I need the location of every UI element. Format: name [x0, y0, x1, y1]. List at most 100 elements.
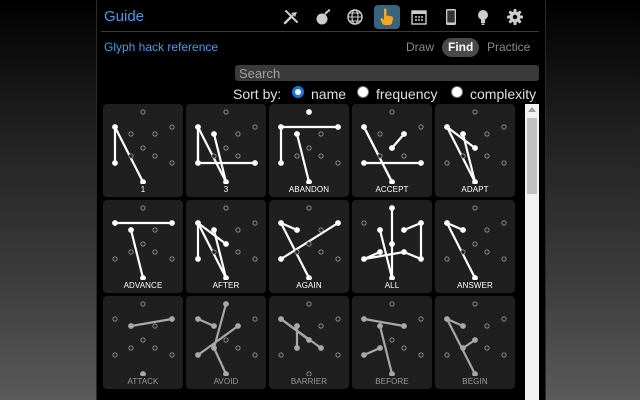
- glyph-node: [169, 160, 175, 166]
- scroll-thumb[interactable]: [527, 118, 537, 194]
- glyph-stroke: [129, 228, 145, 280]
- glyph-node: [377, 323, 383, 329]
- glyph-label: ALL: [384, 281, 400, 290]
- gear-tab[interactable]: [502, 5, 528, 29]
- globe-tab[interactable]: [342, 5, 368, 29]
- glyph-node: [278, 124, 284, 130]
- glyph-node: [112, 316, 118, 322]
- glyph-node: [444, 316, 450, 322]
- glyph-label: AGAIN: [296, 281, 322, 290]
- glyph-node: [377, 131, 383, 137]
- glyph-guide-panel: Guide Glyph hack reference Draw Find Pra…: [96, 0, 546, 400]
- glyph-node: [152, 131, 158, 137]
- tab-practice[interactable]: Practice: [481, 38, 536, 57]
- glyph-node: [306, 205, 312, 211]
- glyph-card[interactable]: 1: [103, 104, 183, 197]
- glyph-card[interactable]: AVOID: [186, 296, 266, 389]
- sort-option-frequency[interactable]: frequency: [376, 86, 437, 102]
- glyph-grid: 1 3 ABANDON ACCEPT ADAPT ADVANCE AFTER AGAIN ALL…: [103, 104, 515, 389]
- glyph-label: ABANDON: [288, 185, 330, 194]
- glyph-node: [460, 131, 466, 137]
- glyph-node: [278, 160, 284, 166]
- glyph-label: BARRIER: [290, 377, 328, 386]
- glyph-card[interactable]: AGAIN: [269, 200, 349, 293]
- glyph-card[interactable]: 3: [186, 104, 266, 197]
- glyph-node: [169, 256, 175, 262]
- glyph-node: [389, 109, 395, 115]
- glyph-node: [252, 160, 258, 166]
- tablet-tab[interactable]: [438, 5, 464, 29]
- glyph-node: [195, 160, 201, 166]
- glyph-card[interactable]: ADAPT: [435, 104, 515, 197]
- tab-draw[interactable]: Draw: [400, 38, 440, 57]
- glyph-node: [401, 227, 407, 233]
- glyph-node: [140, 109, 146, 115]
- glyph-node: [318, 227, 324, 233]
- glyph-card[interactable]: BEFORE: [352, 296, 432, 389]
- glyph-node: [278, 256, 284, 262]
- bomb-tab[interactable]: [310, 5, 336, 29]
- glyph-card[interactable]: ABANDON: [269, 104, 349, 197]
- glyph-node: [361, 256, 367, 262]
- glyph-node: [294, 323, 300, 329]
- glyph-card[interactable]: ADVANCE: [103, 200, 183, 293]
- glyph-diagram: [195, 205, 258, 280]
- glyph-card[interactable]: ACCEPT: [352, 104, 432, 197]
- glyph-node: [223, 337, 229, 343]
- tab-find[interactable]: Find: [442, 38, 480, 57]
- glyph-node: [211, 323, 217, 329]
- scroll-up-arrow[interactable]: [528, 107, 536, 112]
- glyph-node: [195, 124, 201, 130]
- scrollbar[interactable]: [525, 104, 539, 400]
- sort-label: Sort by:: [233, 86, 282, 102]
- bomb-icon: [316, 9, 331, 25]
- glyph-node: [444, 220, 450, 226]
- glyph-node: [389, 275, 395, 280]
- glyph-node: [169, 352, 175, 358]
- glyph-node: [444, 256, 450, 262]
- glyph-node: [472, 109, 478, 115]
- sort-radio-frequency[interactable]: [357, 86, 369, 98]
- glyph-node: [128, 345, 134, 351]
- glyph-stroke: [362, 317, 406, 328]
- tools-tab[interactable]: [278, 5, 304, 29]
- hand-pointer-icon: [380, 8, 394, 25]
- glyph-node: [460, 345, 466, 351]
- glyph-node: [140, 179, 146, 184]
- glyph-diagram: [112, 109, 175, 184]
- glyph-node: [401, 153, 407, 159]
- glyph-card[interactable]: ANSWER: [435, 200, 515, 293]
- glyph-node: [294, 249, 300, 255]
- glyph-node: [294, 227, 300, 233]
- glyph-card[interactable]: ALL: [352, 200, 432, 293]
- calendar-tab[interactable]: [406, 5, 432, 29]
- glyph-node: [501, 352, 507, 358]
- glyph-node: [252, 124, 258, 130]
- sort-radio-name[interactable]: [292, 86, 304, 98]
- sort-option-name[interactable]: name: [311, 86, 346, 102]
- glyph-node: [377, 153, 383, 159]
- glyph-stroke: [212, 132, 228, 184]
- glyph-card[interactable]: ATTACK: [103, 296, 183, 389]
- glyph-node: [235, 249, 241, 255]
- glyph-node: [361, 124, 367, 130]
- hand-pointer-tab[interactable]: [374, 5, 400, 29]
- glyph-node: [223, 371, 229, 376]
- lightbulb-tab[interactable]: [470, 5, 496, 29]
- glyph-diagram: [278, 301, 341, 376]
- glyph-label: BEGIN: [462, 377, 488, 386]
- glyph-node: [140, 241, 146, 247]
- search-input[interactable]: [235, 65, 539, 81]
- sort-option-complexity[interactable]: complexity: [470, 86, 536, 102]
- sort-radio-complexity[interactable]: [451, 86, 463, 98]
- glyph-node: [128, 227, 134, 233]
- glyph-node: [501, 256, 507, 262]
- glyph-card[interactable]: AFTER: [186, 200, 266, 293]
- glyph-node: [389, 205, 395, 211]
- glyph-diagram: [195, 301, 258, 376]
- glyph-node: [152, 345, 158, 351]
- glyph-node: [460, 227, 466, 233]
- glyph-card[interactable]: BEGIN: [435, 296, 515, 389]
- glyph-card[interactable]: BARRIER: [269, 296, 349, 389]
- glyph-node: [306, 337, 312, 343]
